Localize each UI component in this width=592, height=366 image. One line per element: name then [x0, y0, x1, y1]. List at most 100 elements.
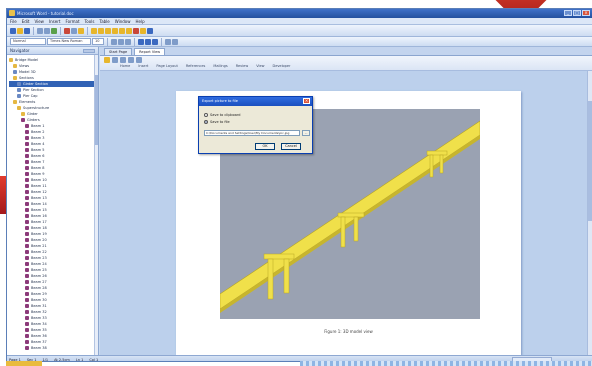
- radio-selected-icon[interactable]: [204, 120, 208, 124]
- style-combo[interactable]: Normal: [10, 38, 46, 45]
- beam-icon: [21, 118, 25, 122]
- undo-icon[interactable]: [112, 57, 118, 63]
- close-button[interactable]: ×: [582, 10, 590, 16]
- bold-icon[interactable]: [111, 38, 117, 45]
- tree-item-label: Beam 6: [31, 154, 45, 158]
- ribbon-tab[interactable]: Review: [236, 64, 249, 68]
- font-combo[interactable]: Times New Roman: [47, 38, 91, 45]
- ribbon-tab[interactable]: Page Layout: [156, 64, 177, 68]
- italic-icon[interactable]: [118, 38, 124, 45]
- spell-icon[interactable]: [51, 27, 57, 34]
- open-icon[interactable]: [17, 27, 23, 34]
- ribbon-tab[interactable]: References: [186, 64, 205, 68]
- tree-item-label: Beam 18: [31, 226, 47, 230]
- tree-item-label: Model 3D: [19, 70, 36, 74]
- picture-icon[interactable]: [105, 27, 111, 34]
- tree-item-label: Beam 33: [31, 316, 47, 320]
- window-controls: _ □ ×: [564, 10, 590, 16]
- beam-icon: [25, 136, 29, 140]
- print-icon[interactable]: [37, 27, 43, 34]
- menu-insert[interactable]: Insert: [49, 19, 60, 24]
- cancel-button[interactable]: Cancel: [281, 143, 301, 150]
- menu-edit[interactable]: Edit: [22, 19, 30, 24]
- drawing-icon[interactable]: [112, 27, 118, 34]
- toolbar-separator: [87, 26, 88, 35]
- redo-icon[interactable]: [120, 57, 126, 63]
- copy-icon[interactable]: [71, 27, 77, 34]
- maximize-button[interactable]: □: [573, 10, 581, 16]
- option-file[interactable]: Save to file: [204, 120, 230, 124]
- export-dialog: Export picture to file × Save to clipboa…: [198, 96, 313, 154]
- new-icon[interactable]: [10, 27, 16, 34]
- ok-button[interactable]: OK: [255, 143, 275, 150]
- bullets-icon[interactable]: [165, 38, 171, 45]
- menu-help[interactable]: Help: [136, 19, 145, 24]
- toolbar-separator: [60, 26, 61, 35]
- menu-file[interactable]: File: [10, 19, 17, 24]
- align-left-icon[interactable]: [138, 38, 144, 45]
- size-combo[interactable]: 10: [92, 38, 104, 45]
- menu-format[interactable]: Format: [65, 19, 79, 24]
- browse-button[interactable]: ...: [302, 130, 310, 136]
- tab-start-page[interactable]: Start Page: [104, 48, 133, 55]
- folder-icon: [17, 106, 21, 110]
- underline-icon[interactable]: [125, 38, 131, 45]
- align-right-icon[interactable]: [152, 38, 158, 45]
- minimize-button[interactable]: _: [564, 10, 572, 16]
- tree-item-label: Beam 5: [31, 148, 45, 152]
- numbering-icon[interactable]: [172, 38, 178, 45]
- table-icon[interactable]: [98, 27, 104, 34]
- tree-item[interactable]: Beam 38: [9, 345, 98, 351]
- ribbon-tab[interactable]: Insert: [138, 64, 148, 68]
- option-clipboard[interactable]: Save to clipboard: [204, 113, 241, 117]
- zoom-icon[interactable]: [140, 27, 146, 34]
- menu-tools[interactable]: Tools: [85, 19, 95, 24]
- beam-icon: [25, 346, 29, 350]
- help-icon[interactable]: [147, 27, 153, 34]
- file-path-field[interactable]: C:\Documents and Settings\User\My Docume…: [204, 130, 300, 136]
- ribbon-tab[interactable]: Developer: [273, 64, 291, 68]
- columns-icon[interactable]: [119, 27, 125, 34]
- screen: Microsoft Word - tutorial.doc _ □ × File…: [0, 0, 592, 366]
- ribbon-tab[interactable]: Home: [120, 64, 130, 68]
- folder-icon: [13, 76, 17, 80]
- menu-view[interactable]: View: [34, 19, 44, 24]
- tree-item-label: Beam 20: [31, 238, 47, 242]
- save-icon[interactable]: [24, 27, 30, 34]
- office-icon[interactable]: [104, 57, 110, 63]
- preview-icon[interactable]: [44, 27, 50, 34]
- beam-icon: [25, 184, 29, 188]
- menu-window[interactable]: Window: [115, 19, 131, 24]
- radio-icon[interactable]: [204, 113, 208, 117]
- chart-icon[interactable]: [91, 27, 97, 34]
- beam-icon: [25, 310, 29, 314]
- beam-icon: [25, 148, 29, 152]
- scrollbar-thumb[interactable]: [95, 75, 98, 145]
- beam-icon: [25, 268, 29, 272]
- workspace-scrollbar[interactable]: [587, 71, 592, 355]
- cut-icon[interactable]: [64, 27, 70, 34]
- map-icon[interactable]: [126, 27, 132, 34]
- option-clipboard-label: Save to clipboard: [210, 113, 241, 117]
- beam-icon: [25, 286, 29, 290]
- navigator-scrollbar[interactable]: [94, 55, 98, 355]
- menu-table[interactable]: Table: [99, 19, 109, 24]
- ribbon-tab[interactable]: Mailings: [213, 64, 227, 68]
- tree-item-label: Beam 26: [31, 274, 47, 278]
- pin-icon[interactable]: [83, 49, 95, 53]
- doc-icon: [17, 82, 21, 86]
- quick-save-icon[interactable]: [128, 57, 134, 63]
- tree-item-label: Beam 4: [31, 142, 45, 146]
- ribbon-tab[interactable]: View: [256, 64, 264, 68]
- gold-decoration: [6, 361, 42, 366]
- tree-item-label: Beam 3: [31, 136, 45, 140]
- scrollbar-thumb[interactable]: [588, 101, 592, 221]
- align-center-icon[interactable]: [145, 38, 151, 45]
- paste-icon[interactable]: [78, 27, 84, 34]
- tree-item-label: Beam 35: [31, 328, 47, 332]
- dialog-close-button[interactable]: ×: [303, 98, 310, 104]
- stop-icon[interactable]: [133, 27, 139, 34]
- beam-icon: [25, 226, 29, 230]
- tab-report-view[interactable]: Report View: [134, 48, 166, 55]
- quick-print-icon[interactable]: [136, 57, 142, 63]
